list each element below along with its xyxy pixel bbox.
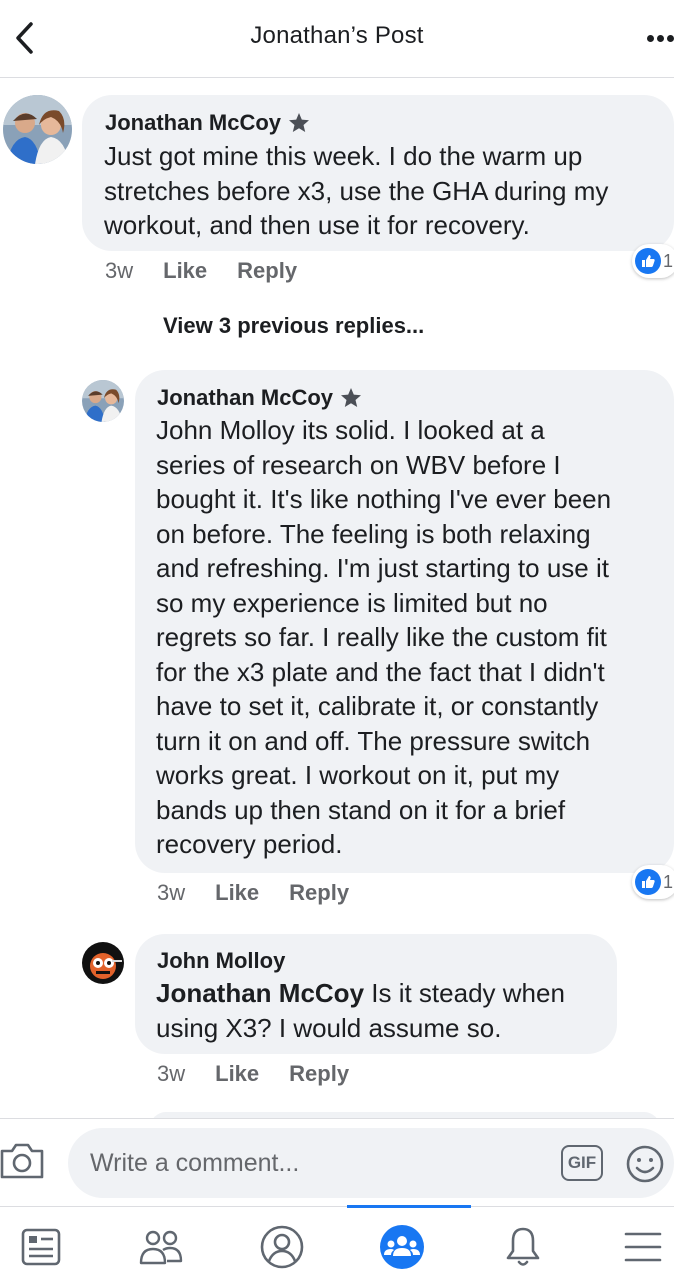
tab-news-feed[interactable] — [0, 1207, 97, 1286]
news-feed-icon — [21, 1228, 61, 1266]
like-button[interactable]: Like — [163, 258, 207, 284]
view-previous-replies-link[interactable]: View 3 previous replies... — [163, 313, 424, 339]
page-title: Jonathan’s Post — [250, 22, 424, 49]
thumbs-up-icon — [635, 248, 661, 274]
reply-button[interactable]: Reply — [237, 258, 297, 284]
comment-composer: GIF — [0, 1118, 674, 1206]
reply-timestamp: 3w — [157, 880, 186, 905]
reply-author[interactable]: John Molloy — [157, 948, 285, 974]
friends-icon — [139, 1230, 183, 1265]
smiley-icon — [626, 1145, 664, 1183]
reply-text: John Molloy its solid. I looked at a ser… — [156, 415, 612, 859]
reply-button[interactable]: Reply — [289, 880, 349, 906]
post-header: Jonathan’s Post — [0, 0, 674, 78]
groups-icon — [380, 1225, 424, 1269]
like-button[interactable]: Like — [215, 1061, 259, 1087]
tab-menu[interactable] — [587, 1207, 674, 1286]
more-options-button[interactable] — [640, 26, 674, 50]
reaction-count[interactable]: 1 — [632, 244, 674, 278]
reply-actions: 3w Like Reply — [157, 880, 349, 906]
reply-actions: 3w Like Reply — [157, 1061, 349, 1087]
profile-icon — [260, 1225, 304, 1269]
mention-link[interactable]: Jonathan McCoy — [156, 978, 364, 1008]
thumbs-up-icon — [635, 869, 661, 895]
reply-author[interactable]: Jonathan McCoy — [157, 385, 363, 411]
tab-notifications[interactable] — [467, 1207, 579, 1286]
more-horizontal-icon — [647, 34, 654, 42]
avatar[interactable] — [3, 95, 72, 164]
tab-groups[interactable] — [346, 1207, 458, 1286]
tab-profile[interactable] — [226, 1207, 338, 1286]
camera-button[interactable] — [0, 1141, 44, 1185]
top-fan-star-icon — [341, 388, 362, 407]
comment-text: Just got mine this week. I do the warm u… — [104, 141, 609, 240]
comment-timestamp: 3w — [105, 258, 134, 283]
notifications-bell-icon — [506, 1227, 540, 1266]
reply-button[interactable]: Reply — [289, 1061, 349, 1087]
avatar[interactable] — [82, 942, 124, 984]
gif-button[interactable]: GIF — [561, 1145, 603, 1181]
bottom-navigation — [0, 1205, 674, 1286]
like-button[interactable]: Like — [215, 880, 259, 906]
emoji-button[interactable] — [625, 1144, 665, 1184]
menu-icon — [624, 1232, 662, 1262]
top-fan-star-icon — [289, 113, 310, 132]
comment-actions: 3w Like Reply — [105, 258, 297, 284]
avatar[interactable] — [82, 380, 124, 422]
comment-author[interactable]: Jonathan McCoy — [105, 110, 311, 136]
camera-icon — [0, 1143, 44, 1179]
tab-friends[interactable] — [105, 1207, 217, 1286]
reply-timestamp: 3w — [157, 1061, 186, 1086]
reply-text: Jonathan McCoy Is it steady when using X… — [156, 978, 565, 1043]
reaction-count[interactable]: 1 — [632, 865, 674, 899]
